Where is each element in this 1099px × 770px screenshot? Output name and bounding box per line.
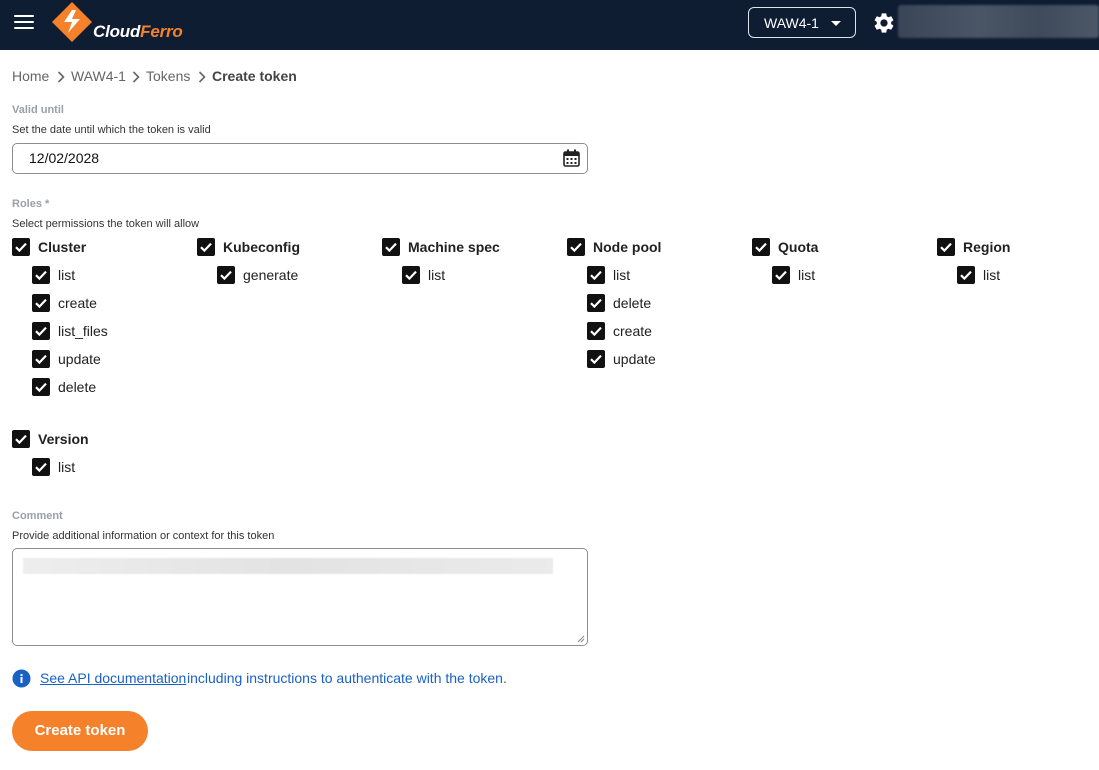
checkbox-checked-icon[interactable] (587, 294, 605, 312)
roles-label: Roles * (12, 198, 50, 210)
create-token-button[interactable]: Create token (12, 711, 148, 751)
checkbox-label: delete (58, 379, 97, 395)
region-value: WAW4-1 (764, 15, 819, 31)
checkbox-checked-icon[interactable] (32, 458, 50, 476)
checkbox-checked-icon[interactable] (752, 238, 770, 256)
checkbox-checked-icon[interactable] (587, 266, 605, 284)
breadcrumb-tokens[interactable]: Tokens (146, 68, 190, 84)
valid-until-input[interactable]: 12/02/2028 (12, 143, 588, 174)
breadcrumb-home[interactable]: Home (12, 68, 49, 84)
cloudferro-logo[interactable]: CloudFerro (52, 2, 202, 44)
gear-icon[interactable] (872, 11, 896, 35)
comment-label: Comment (12, 510, 63, 522)
checkbox-label: Cluster (38, 239, 87, 255)
checkbox-label: list (428, 267, 446, 283)
checkbox-label: list (613, 267, 631, 283)
checkbox-label: Machine spec (408, 239, 500, 255)
checkbox-label: Node pool (593, 239, 662, 255)
checkbox-checked-icon[interactable] (772, 266, 790, 284)
checkbox-checked-icon[interactable] (12, 238, 30, 256)
valid-until-label: Valid until (12, 104, 64, 116)
valid-until-hint: Set the date until which the token is va… (12, 124, 211, 136)
checkbox-checked-icon[interactable] (402, 266, 420, 284)
checkbox-label: update (58, 351, 101, 367)
top-bar: CloudFerro WAW4-1 (0, 0, 1099, 50)
checkbox-label: list (58, 267, 76, 283)
api-info-text: including instructions to authenticate w… (187, 670, 507, 686)
resize-handle-icon[interactable] (577, 635, 585, 643)
checkbox-checked-icon[interactable] (32, 378, 50, 396)
checkbox-checked-icon[interactable] (32, 294, 50, 312)
checkbox-label: create (58, 295, 97, 311)
checkbox-label: Region (963, 239, 1011, 255)
menu-icon[interactable] (14, 15, 34, 29)
checkbox-label: Version (38, 431, 89, 447)
checkbox-checked-icon[interactable] (32, 266, 50, 284)
breadcrumb-region[interactable]: WAW4-1 (71, 68, 126, 84)
checkbox-checked-icon[interactable] (957, 266, 975, 284)
breadcrumb-current: Create token (212, 68, 297, 84)
comment-redacted-text (23, 558, 553, 574)
logo-icon (52, 2, 92, 42)
checkbox-checked-icon[interactable] (32, 350, 50, 368)
checkbox-label: create (613, 323, 652, 339)
checkbox-checked-icon[interactable] (937, 238, 955, 256)
chevron-right-icon (198, 71, 206, 83)
chevron-right-icon (57, 71, 65, 83)
roles-hint: Select permissions the token will allow (12, 218, 200, 230)
checkbox-label: list (798, 267, 816, 283)
checkbox-checked-icon[interactable] (587, 350, 605, 368)
checkbox-checked-icon[interactable] (382, 238, 400, 256)
caret-down-icon (831, 21, 841, 26)
checkbox-checked-icon[interactable] (217, 266, 235, 284)
logo-text: CloudFerro (93, 22, 183, 41)
user-menu[interactable] (898, 5, 1099, 38)
checkbox-label: list_files (58, 323, 108, 339)
region-select[interactable]: WAW4-1 (748, 7, 856, 38)
comment-hint: Provide additional information or contex… (12, 530, 275, 542)
checkbox-label: list (58, 459, 76, 475)
checkbox-label: list (983, 267, 1001, 283)
checkbox-checked-icon[interactable] (32, 322, 50, 340)
checkbox-checked-icon[interactable] (587, 322, 605, 340)
checkbox-label: Quota (778, 239, 819, 255)
checkbox-checked-icon[interactable] (567, 238, 585, 256)
checkbox-label: Kubeconfig (223, 239, 300, 255)
checkbox-checked-icon[interactable] (12, 430, 30, 448)
chevron-right-icon (132, 71, 140, 83)
checkbox-checked-icon[interactable] (197, 238, 215, 256)
comment-textarea[interactable] (12, 548, 588, 646)
api-docs-link[interactable]: See API documentation (40, 670, 186, 686)
checkbox-label: generate (243, 267, 299, 283)
checkbox-label: update (613, 351, 656, 367)
checkbox-label: delete (613, 295, 652, 311)
calendar-icon[interactable] (563, 149, 580, 167)
info-icon (12, 669, 31, 688)
